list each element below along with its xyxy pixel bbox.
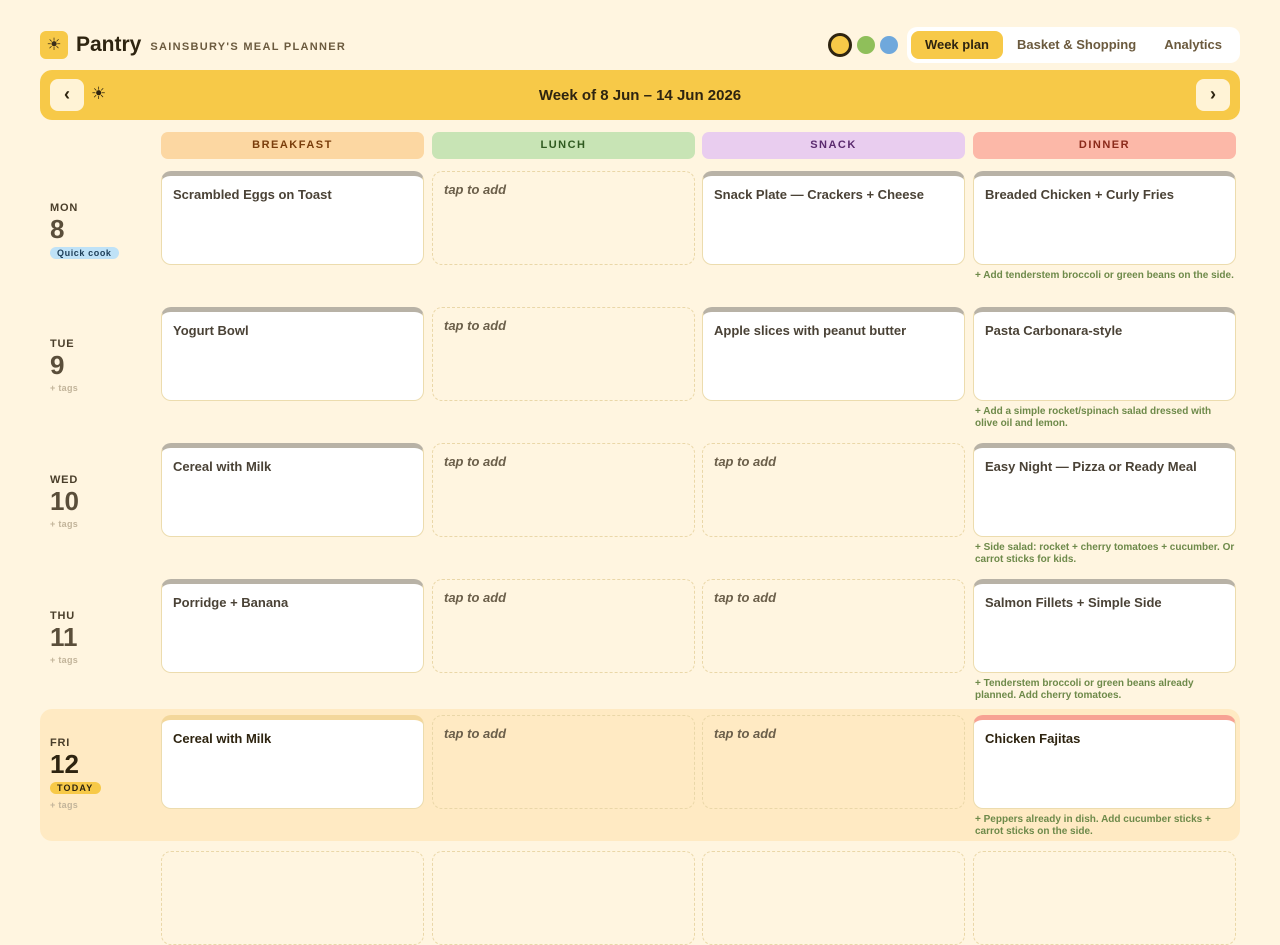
tab-analytics[interactable]: Analytics (1150, 31, 1236, 59)
day-number: 8 (50, 214, 65, 244)
dinner-side-note: + Add tenderstem broccoli or green beans… (975, 270, 1234, 281)
meal-card-thu-breakfast[interactable]: Porridge + Banana (161, 579, 424, 673)
meal-card-sat-breakfast[interactable] (161, 851, 424, 945)
meal-title: Scrambled Eggs on Toast (173, 187, 332, 202)
meal-title: Breaded Chicken + Curly Fries (985, 187, 1174, 202)
header: ☀ Pantry SAINSBURY'S MEAL PLANNER Week p… (40, 25, 1240, 65)
meal-card-mon-dinner[interactable]: Breaded Chicken + Curly Fries (973, 171, 1236, 265)
column-header-breakfast: BREAKFAST (161, 132, 424, 159)
meal-card-wed-lunch[interactable]: tap to add (432, 443, 695, 537)
add-tags-link[interactable]: + tags (50, 800, 101, 810)
tab-basket-shopping[interactable]: Basket & Shopping (1003, 31, 1150, 59)
meal-card-thu-snack[interactable]: tap to add (702, 579, 965, 673)
meal-card-tue-lunch[interactable]: tap to add (432, 307, 695, 401)
meal-title: Chicken Fajitas (985, 731, 1081, 746)
empty-slot-label: tap to add (444, 182, 507, 197)
meal-card-sat-dinner[interactable] (973, 851, 1236, 945)
column-header-snack: SNACK (702, 132, 965, 159)
day-number: 10 (50, 486, 79, 516)
meal-title: Cereal with Milk (173, 459, 272, 474)
week-title: Week of 8 Jun – 14 Jun 2026 (538, 87, 742, 104)
meal-card-wed-snack[interactable]: tap to add (702, 443, 965, 537)
meal-card-sat-lunch[interactable] (432, 851, 695, 945)
empty-slot-label: tap to add (714, 726, 777, 741)
meal-card-fri-lunch[interactable]: tap to add (432, 715, 695, 809)
meal-card-thu-dinner[interactable]: Salmon Fillets + Simple Side (973, 579, 1236, 673)
meal-title: Pasta Carbonara-style (985, 323, 1123, 338)
add-tags-link[interactable]: + tags (50, 383, 78, 393)
day-of-week: THU (50, 610, 76, 622)
meal-card-sat-snack[interactable] (702, 851, 965, 945)
day-label-wed: WED 10 + tags (50, 474, 79, 529)
day-number: 9 (50, 350, 65, 380)
add-tags-link[interactable]: + tags (50, 655, 78, 665)
dinner-side-note: + Side salad: rocket + cherry tomatoes +… (975, 542, 1235, 565)
empty-slot-label: tap to add (714, 590, 777, 605)
meal-card-tue-snack[interactable]: Apple slices with peanut butter (702, 307, 965, 401)
meal-card-fri-breakfast[interactable]: Cereal with Milk (161, 715, 424, 809)
day-number: 11 (50, 622, 78, 652)
main-tabs: Week plan Basket & Shopping Analytics (906, 27, 1240, 63)
week-navigation-bar: ‹ ☀ Week of 8 Jun – 14 Jun 2026 › (40, 70, 1240, 120)
meal-card-wed-dinner[interactable]: Easy Night — Pizza or Ready Meal (973, 443, 1236, 537)
quick-cook-badge[interactable]: Quick cook (50, 247, 119, 259)
day-label-tue: TUE 9 + tags (50, 338, 78, 393)
meal-title: Apple slices with peanut butter (714, 323, 907, 338)
day-label-thu: THU 11 + tags (50, 610, 78, 665)
empty-slot-label: tap to add (714, 454, 777, 469)
app-subtitle: SAINSBURY'S MEAL PLANNER (150, 41, 347, 53)
column-header-lunch: LUNCH (432, 132, 695, 159)
meal-title: Yogurt Bowl (173, 323, 249, 338)
day-label-mon: MON 8 Quick cook (50, 202, 119, 261)
meal-card-fri-snack[interactable]: tap to add (702, 715, 965, 809)
theme-dot-blue[interactable] (879, 36, 898, 54)
add-tags-link[interactable]: + tags (50, 519, 79, 529)
dinner-side-note: + Add a simple rocket/spinach salad dres… (975, 406, 1212, 429)
day-of-week: MON (50, 202, 79, 214)
dinner-side-note: + Peppers already in dish. Add cucumber … (975, 814, 1211, 837)
empty-slot-label: tap to add (444, 454, 507, 469)
day-of-week: TUE (50, 338, 75, 350)
theme-dot-green[interactable] (856, 36, 875, 54)
sun-logo-icon: ☀ (40, 31, 68, 59)
theme-dot-yellow[interactable] (827, 33, 852, 57)
meal-card-mon-breakfast[interactable]: Scrambled Eggs on Toast (161, 171, 424, 265)
meal-title: Easy Night — Pizza or Ready Meal (985, 459, 1197, 474)
meal-card-mon-snack[interactable]: Snack Plate — Crackers + Cheese (702, 171, 965, 265)
tab-week-plan[interactable]: Week plan (910, 31, 1003, 59)
meal-title: Salmon Fillets + Simple Side (985, 595, 1162, 610)
meal-card-thu-lunch[interactable]: tap to add (432, 579, 695, 673)
day-number: 12 (50, 749, 79, 779)
empty-slot-label: tap to add (444, 726, 507, 741)
app-name: Pantry (76, 33, 142, 56)
day-of-week: WED (50, 474, 79, 486)
theme-picker (827, 33, 898, 57)
column-header-dinner: DINNER (973, 132, 1236, 159)
meal-card-wed-breakfast[interactable]: Cereal with Milk (161, 443, 424, 537)
meal-title: Snack Plate — Crackers + Cheese (714, 187, 924, 202)
today-badge: TODAY (50, 782, 101, 794)
meal-card-tue-dinner[interactable]: Pasta Carbonara-style (973, 307, 1236, 401)
dinner-side-note: + Tenderstem broccoli or green beans alr… (975, 678, 1194, 701)
day-of-week: FRI (50, 737, 71, 749)
next-week-button[interactable]: › (1196, 79, 1230, 111)
meal-title: Porridge + Banana (173, 595, 289, 610)
empty-slot-label: tap to add (444, 318, 507, 333)
meal-card-tue-breakfast[interactable]: Yogurt Bowl (161, 307, 424, 401)
meal-card-fri-dinner[interactable]: Chicken Fajitas (973, 715, 1236, 809)
meal-title: Cereal with Milk (173, 731, 272, 746)
day-label-fri: FRI 12 TODAY + tags (50, 737, 101, 810)
empty-slot-label: tap to add (444, 590, 507, 605)
app-root: ☀ Pantry SAINSBURY'S MEAL PLANNER Week p… (8, 8, 1272, 945)
meal-card-mon-lunch[interactable]: tap to add (432, 171, 695, 265)
